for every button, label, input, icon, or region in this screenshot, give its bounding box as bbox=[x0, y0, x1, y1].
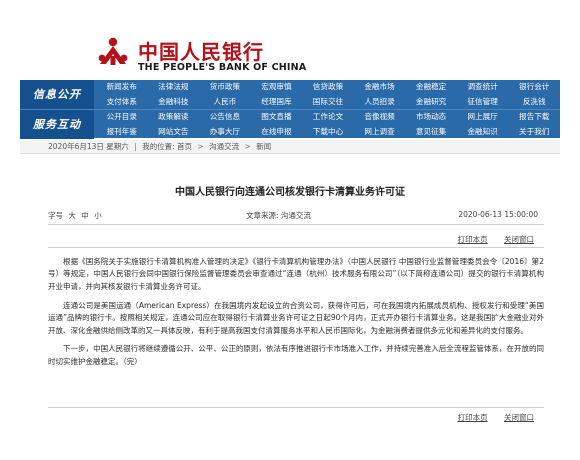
page: 中国人民银行 THE PEOPLE'S BANK OF CHINA 信息公开 新… bbox=[20, 0, 560, 460]
nav-item[interactable]: 图文直播 bbox=[251, 110, 303, 124]
nav-item[interactable]: 国际交往 bbox=[302, 95, 354, 109]
nav-item[interactable]: 音像视频 bbox=[354, 110, 406, 124]
article-source: 文章来源: 沟通交流 bbox=[246, 210, 311, 221]
nav-item[interactable]: 征信管理 bbox=[457, 95, 509, 109]
nav-section-label: 服务互动 bbox=[20, 110, 94, 139]
nav-item[interactable]: 人员招录 bbox=[354, 95, 406, 109]
nav-item[interactable]: 网上展厅 bbox=[457, 110, 509, 124]
nav-item[interactable]: 关于我们 bbox=[508, 125, 560, 139]
nav-item[interactable]: 网上调查 bbox=[354, 125, 406, 139]
nav-item[interactable]: 法律法规 bbox=[148, 80, 200, 94]
article-date: 2020-06-13 15:00:00 bbox=[458, 210, 538, 219]
font-size-medium[interactable]: 中 bbox=[81, 211, 89, 220]
nav-item[interactable]: 信贷政策 bbox=[302, 80, 354, 94]
nav-grid: 新闻发布 法律法规 货币政策 宏观审慎 信贷政策 金融市场 金融稳定 调查统计 银行会计支付体系… bbox=[96, 80, 560, 109]
brand-name-cn[interactable]: 中国人民银行 bbox=[138, 36, 264, 65]
pboc-logo-icon[interactable] bbox=[96, 34, 130, 68]
font-size-large[interactable]: 大 bbox=[68, 211, 76, 220]
nav-item[interactable]: 新闻发布 bbox=[96, 80, 148, 94]
nav-section-service: 服务互动 公开目录 政策解读 公告信息 图文直播 工作论文 音像视频 市场动态 网上展厅 报告下… bbox=[20, 109, 560, 139]
nav-item[interactable]: 下载中心 bbox=[302, 125, 354, 139]
breadcrumb-communication[interactable]: 沟通交流 bbox=[209, 142, 239, 151]
breadcrumb-separator: > bbox=[197, 142, 204, 151]
source-label: 文章来源: bbox=[246, 211, 279, 220]
main-navigation: 信息公开 新闻发布 法律法规 货币政策 宏观审慎 信贷政策 金融市场 金融稳定 调查统计 银行会… bbox=[20, 80, 560, 139]
nav-item[interactable]: 在线申报 bbox=[251, 125, 303, 139]
breadcrumb-separator: > bbox=[244, 142, 251, 151]
nav-item[interactable]: 人民币 bbox=[199, 95, 251, 109]
nav-item[interactable]: 金融稳定 bbox=[405, 80, 457, 94]
font-size-controls: 字号 大 中 小 bbox=[48, 210, 105, 221]
location-label: 我的位置: bbox=[142, 142, 175, 151]
nav-item[interactable]: 公告信息 bbox=[199, 110, 251, 124]
brand-name-en: THE PEOPLE'S BANK OF CHINA bbox=[138, 62, 307, 73]
print-page-link[interactable]: 打印本页 bbox=[458, 413, 488, 422]
close-window-link[interactable]: 关闭窗口 bbox=[504, 235, 534, 244]
nav-section-info: 信息公开 新闻发布 法律法规 货币政策 宏观审慎 信贷政策 金融市场 金融稳定 调查统计 银行会… bbox=[20, 80, 560, 109]
nav-section-label: 信息公开 bbox=[20, 80, 94, 109]
nav-item[interactable]: 政策解读 bbox=[148, 110, 200, 124]
font-size-small[interactable]: 小 bbox=[94, 211, 102, 220]
article-paragraph: 下一步，中国人民银行将继续遵循公开、公平、公正的原则，依法有序推进银行卡市场准入… bbox=[48, 344, 544, 366]
article-tools-top: 打印本页 关闭窗口 bbox=[444, 234, 534, 245]
article-paragraph: 连通公司是美国运通（American Express）在我国境内发起设立的合资公… bbox=[48, 300, 544, 335]
article-body: 根据《国务院关于实施银行卡清算机构准入管理的决定》《银行卡清算机构管理办法》（中… bbox=[48, 256, 544, 375]
divider bbox=[48, 224, 544, 225]
nav-item[interactable]: 金融知识 bbox=[457, 125, 509, 139]
source-value: 沟通交流 bbox=[280, 211, 311, 220]
site-header: 中国人民银行 THE PEOPLE'S BANK OF CHINA bbox=[20, 0, 560, 80]
article-paragraph: 根据《国务院关于实施银行卡清算机构准入管理的决定》《银行卡清算机构管理办法》（中… bbox=[48, 257, 544, 291]
nav-item[interactable]: 公开目录 bbox=[96, 110, 148, 124]
nav-item[interactable]: 货币政策 bbox=[199, 80, 251, 94]
font-size-label: 字号 bbox=[48, 211, 63, 220]
nav-item[interactable]: 报告下载 bbox=[508, 110, 560, 124]
breadcrumb-news[interactable]: 新闻 bbox=[256, 142, 271, 151]
nav-item[interactable]: 工作论文 bbox=[302, 110, 354, 124]
close-window-link[interactable]: 关闭窗口 bbox=[504, 413, 534, 422]
nav-item[interactable]: 市场动态 bbox=[405, 110, 457, 124]
nav-item[interactable]: 报刊年鉴 bbox=[96, 125, 148, 139]
print-page-link[interactable]: 打印本页 bbox=[458, 235, 488, 244]
divider bbox=[48, 407, 544, 408]
nav-item[interactable]: 网站文告 bbox=[148, 125, 200, 139]
nav-item[interactable]: 宏观审慎 bbox=[251, 80, 303, 94]
breadcrumb: 2020年6月13日 星期六 | 我的位置: 首页 > 沟通交流 > 新闻 bbox=[20, 140, 560, 154]
nav-item[interactable]: 经理国库 bbox=[251, 95, 303, 109]
breadcrumb-home[interactable]: 首页 bbox=[177, 142, 192, 151]
nav-item[interactable]: 金融研究 bbox=[405, 95, 457, 109]
nav-item[interactable]: 意见征集 bbox=[405, 125, 457, 139]
nav-grid: 公开目录 政策解读 公告信息 图文直播 工作论文 音像视频 市场动态 网上展厅 报告下载报刊年鉴… bbox=[96, 110, 560, 139]
nav-item[interactable]: 办事大厅 bbox=[199, 125, 251, 139]
nav-item[interactable]: 银行会计 bbox=[508, 80, 560, 94]
breadcrumb-separator: | bbox=[134, 142, 137, 151]
nav-item[interactable]: 支付体系 bbox=[96, 95, 148, 109]
current-date: 2020年6月13日 星期六 bbox=[48, 142, 129, 151]
nav-item[interactable]: 金融市场 bbox=[354, 80, 406, 94]
article-meta: 字号 大 中 小 文章来源: 沟通交流 2020-06-13 15:00:00 bbox=[48, 210, 544, 222]
article-title: 中国人民银行向连通公司核发银行卡清算业务许可证 bbox=[175, 187, 405, 198]
nav-item[interactable]: 调查统计 bbox=[457, 80, 509, 94]
article-tools-bottom: 打印本页 关闭窗口 bbox=[444, 412, 534, 423]
nav-item[interactable]: 金融科技 bbox=[148, 95, 200, 109]
nav-item[interactable]: 反洗钱 bbox=[508, 95, 560, 109]
divider bbox=[48, 247, 544, 248]
